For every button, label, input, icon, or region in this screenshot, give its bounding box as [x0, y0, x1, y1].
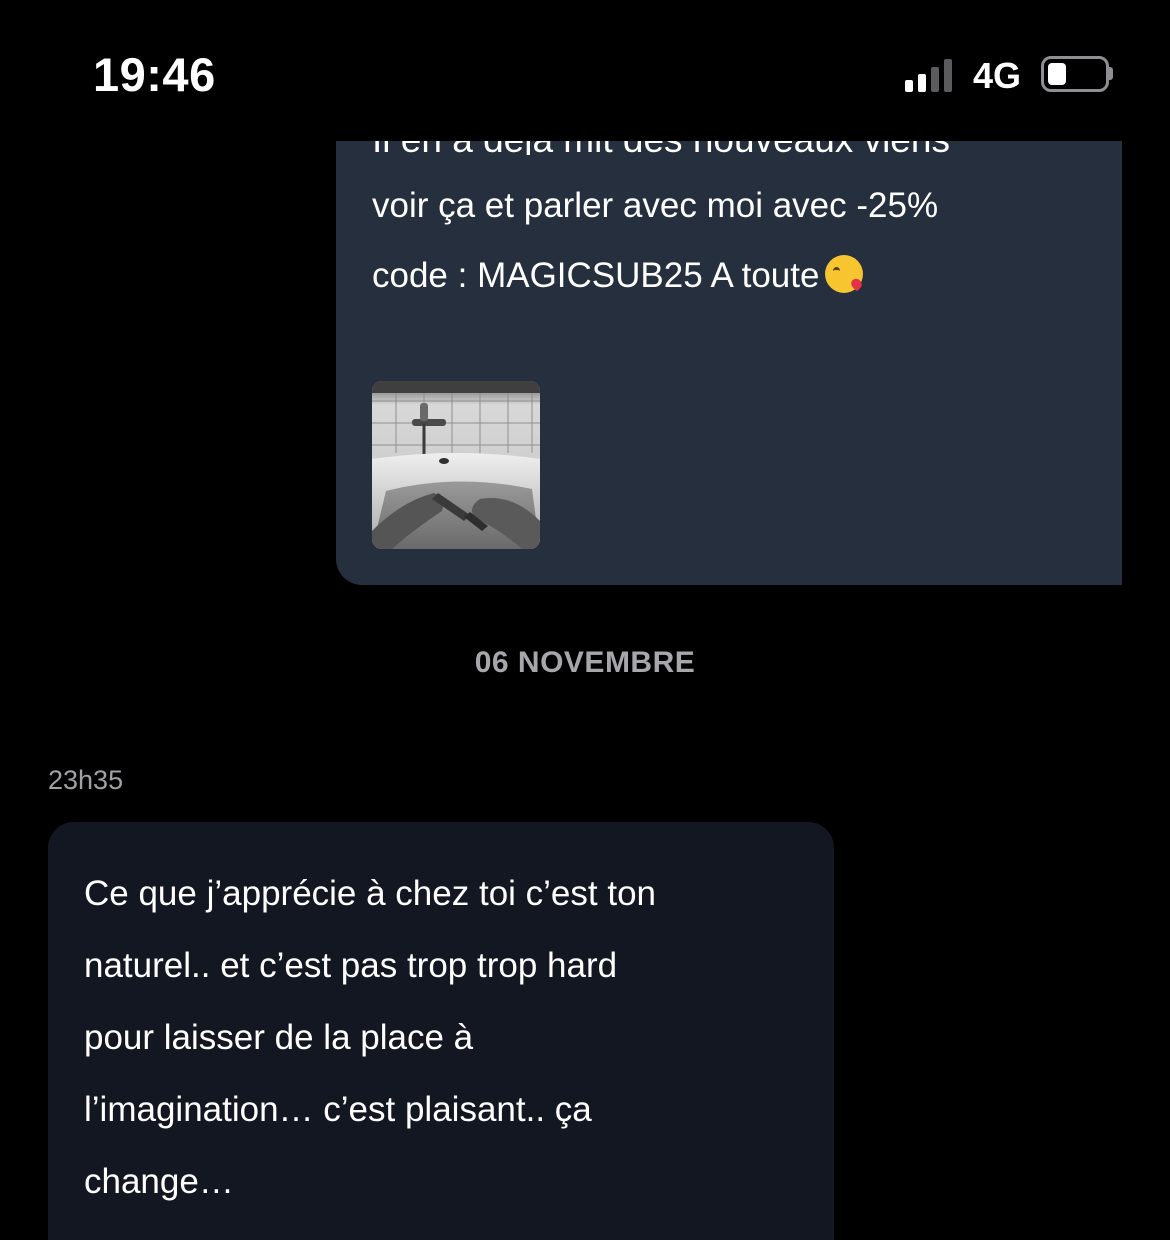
message-timestamp: 23h35	[48, 765, 124, 795]
kissing-face-emoji-icon	[825, 255, 864, 293]
incoming-message-bubble[interactable]: Ce que j’apprécie à chez toi c’est ton n…	[48, 822, 834, 1240]
status-time: 19:46	[93, 48, 216, 101]
network-type: 4G	[973, 55, 1022, 96]
outgoing-message-bubble[interactable]: Il en a déjà mit des nouveaux viens voir…	[336, 141, 1122, 585]
incoming-line-2: naturel.. et c’est pas trop trop hard	[84, 946, 618, 985]
outgoing-line-1: voir ça et parler avec moi avec -25%	[372, 186, 939, 225]
incoming-line-1: Ce que j’apprécie à chez toi c’est ton	[84, 874, 656, 913]
outgoing-partial-line: Il en a déjà mit des nouveaux viens	[372, 141, 1072, 155]
incoming-line-3: pour laisser de la place à	[84, 1018, 474, 1057]
date-separator: 06 NOVEMBRE	[474, 646, 696, 679]
outgoing-message-text: voir ça et parler avec moi avec -25% cod…	[372, 171, 1072, 311]
outgoing-line-2-text: code : MAGICSUB25 A toute	[372, 256, 820, 295]
outgoing-line-2: code : MAGICSUB25 A toute	[372, 241, 1072, 311]
cellular-signal-icon	[905, 58, 959, 92]
incoming-line-5: change…	[84, 1162, 234, 1201]
incoming-line-4: l’imagination… c’est plaisant.. ça	[84, 1090, 592, 1129]
bathtub-photo-image	[372, 381, 540, 549]
attachment-thumbnail[interactable]	[372, 381, 540, 549]
battery-tip	[1108, 67, 1113, 80]
chat-screen: 19:46 4G Il en a déjà mit des nouveaux v…	[0, 0, 1170, 1240]
battery-icon	[1041, 56, 1109, 92]
incoming-message-text: Ce que j’apprécie à chez toi c’est ton n…	[84, 858, 804, 1218]
clipped-text-line: Il en a déjà mit des nouveaux viens	[336, 141, 1122, 155]
